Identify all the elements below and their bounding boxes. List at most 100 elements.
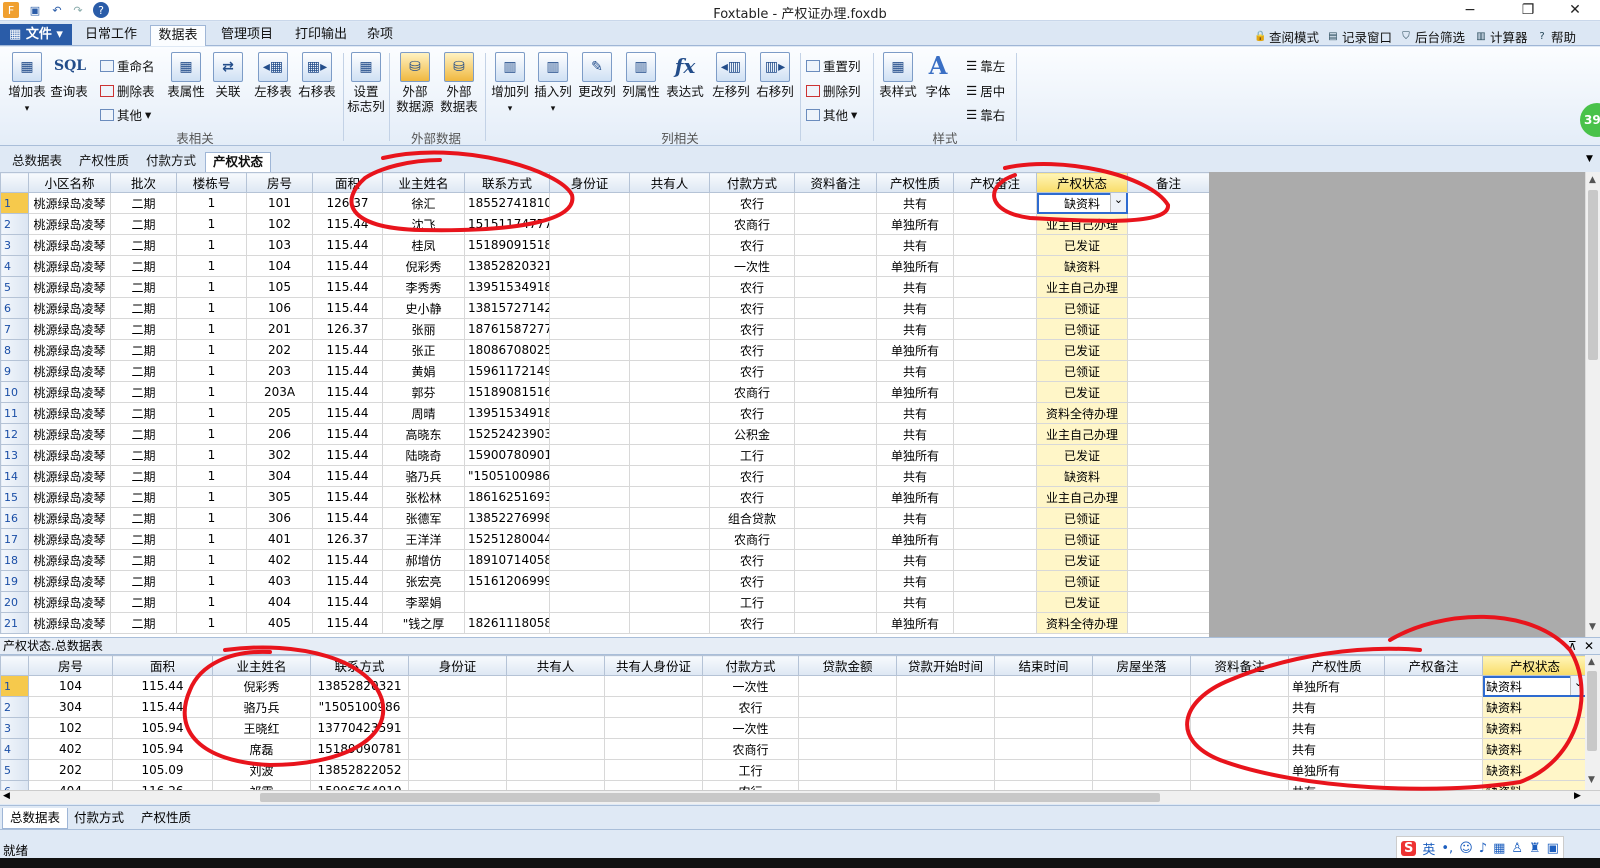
table-cell[interactable] — [629, 255, 710, 277]
table-cell[interactable]: 桃源绿岛凌琴 — [28, 549, 111, 571]
table-row[interactable]: 1 104 115.44 倪彩秀 13852820321 一次性 单独所有 缺资料 ⌄ — [0, 675, 1585, 697]
table-cell[interactable]: 农行 — [709, 402, 795, 424]
table-cell[interactable]: 201 — [246, 318, 313, 340]
table-cell[interactable]: 115.44 — [312, 213, 383, 235]
vertical-scrollbar[interactable]: ▲ ▼ — [1585, 172, 1600, 637]
table-cell[interactable] — [794, 381, 877, 403]
table-cell[interactable]: 15189081516 — [464, 381, 550, 403]
table-cell[interactable]: 13951534918 — [464, 276, 550, 298]
table-row[interactable]: 7 桃源绿岛凌琴 二期 1 201 126.37 张丽 18761587277 农行 共有 已领证 — [0, 318, 1209, 340]
table-cell[interactable]: 工行 — [702, 759, 799, 781]
external-table-button[interactable]: ⛁ 外部 数据表 — [438, 52, 480, 114]
align-center-button[interactable]: ☰ 居中 — [966, 81, 1005, 100]
align-right-button[interactable]: ☰ 靠右 — [966, 105, 1005, 124]
table-cell[interactable]: 单独所有 — [876, 339, 954, 361]
table-cell[interactable]: 农行 — [709, 234, 795, 256]
table-cell[interactable] — [1384, 675, 1483, 697]
align-left-button[interactable]: ☰ 靠左 — [966, 56, 1005, 75]
column-header[interactable]: 联系方式 — [464, 172, 550, 193]
table-cell[interactable]: 404 — [28, 780, 113, 790]
emoji-icon[interactable]: ☺ — [1459, 841, 1473, 856]
font-button[interactable]: A 字体 — [918, 52, 958, 100]
table-cell[interactable]: 105 — [246, 276, 313, 298]
table-cell[interactable]: 共有 — [876, 318, 954, 340]
table-cell[interactable]: 单独所有 — [1288, 675, 1385, 697]
table-cell[interactable] — [953, 486, 1037, 508]
table-cell[interactable] — [629, 213, 710, 235]
table-cell[interactable]: 单独所有 — [876, 213, 954, 235]
table-cell[interactable] — [794, 444, 877, 466]
column-header[interactable]: 共有人身份证 — [604, 655, 703, 676]
related-tab-property-nature[interactable]: 产权性质 — [134, 808, 198, 829]
column-header[interactable]: 业主姓名 — [212, 655, 311, 676]
table-cell[interactable] — [549, 444, 630, 466]
table-cell[interactable]: 周晴 — [382, 402, 465, 424]
table-cell[interactable] — [1190, 738, 1289, 760]
table-cell[interactable]: 1 — [176, 297, 247, 319]
table-cell[interactable] — [604, 717, 703, 739]
table-cell[interactable]: 桃源绿岛凌琴 — [28, 612, 111, 634]
table-cell[interactable]: 桃源绿岛凌琴 — [28, 339, 111, 361]
column-header[interactable]: 小区名称 — [28, 172, 111, 193]
table-cell[interactable]: 席磊 — [212, 738, 311, 760]
table-cell[interactable] — [953, 234, 1037, 256]
skin-icon[interactable]: ♜ — [1529, 841, 1541, 856]
table-cell[interactable] — [1127, 234, 1209, 256]
table-cell[interactable]: 农商行 — [709, 381, 795, 403]
table-cell[interactable]: 倪彩秀 — [382, 255, 465, 277]
table-cell[interactable] — [549, 507, 630, 529]
table-cell[interactable]: 1 — [176, 591, 247, 613]
related-vertical-scrollbar[interactable]: ▲ ▼ — [1585, 655, 1600, 790]
table-cell[interactable] — [549, 591, 630, 613]
table-cell[interactable]: 115.44 — [312, 255, 383, 277]
table-cell[interactable]: 202 — [246, 339, 313, 361]
table-cell[interactable] — [408, 759, 507, 781]
table-cell[interactable] — [896, 759, 995, 781]
rename-button[interactable]: 重命名 — [100, 56, 155, 75]
table-row[interactable]: 18 桃源绿岛凌琴 二期 1 402 115.44 郝增仿 18910714058 农行 共有 已发… — [0, 549, 1209, 571]
column-header[interactable]: 产权备注 — [1384, 655, 1483, 676]
table-cell[interactable] — [629, 444, 710, 466]
calculator-button[interactable]: ▥ 计算器 — [1475, 27, 1527, 46]
query-mode-button[interactable]: 🔒 查阅模式 — [1254, 27, 1319, 46]
table-cell[interactable]: 18086708025 — [464, 339, 550, 361]
table-cell[interactable] — [408, 696, 507, 718]
table-cell[interactable] — [1127, 276, 1209, 298]
table-cell[interactable] — [1384, 780, 1483, 790]
table-cell[interactable] — [549, 297, 630, 319]
table-cell[interactable]: 公积金 — [709, 423, 795, 445]
column-header[interactable]: 楼栋号 — [176, 172, 247, 193]
row-number[interactable]: 6 — [0, 780, 29, 790]
table-cell[interactable]: 缺资料 — [1482, 696, 1585, 718]
expression-button[interactable]: fx 表达式 — [664, 52, 706, 99]
table-cell[interactable]: 张松林 — [382, 486, 465, 508]
row-number[interactable]: 16 — [0, 507, 29, 529]
table-cell[interactable]: 缺资料 — [1482, 717, 1585, 739]
row-number[interactable]: 7 — [0, 318, 29, 340]
scroll-thumb[interactable] — [260, 793, 1160, 802]
table-cell[interactable]: 农行 — [709, 486, 795, 508]
table-cell[interactable] — [1190, 759, 1289, 781]
move-column-left-button[interactable]: ◂▥ 左移列 — [710, 52, 752, 99]
table-cell[interactable] — [953, 213, 1037, 235]
table-cell[interactable]: 农商行 — [709, 528, 795, 550]
table-cell[interactable] — [549, 549, 630, 571]
column-header[interactable]: 房号 — [28, 655, 113, 676]
table-cell[interactable] — [1384, 759, 1483, 781]
table-cell[interactable] — [1127, 318, 1209, 340]
table-cell[interactable] — [1092, 675, 1191, 697]
table-cell[interactable]: 桃源绿岛凌琴 — [28, 213, 111, 235]
table-cell[interactable]: 13815727142 — [464, 297, 550, 319]
row-number[interactable]: 13 — [0, 444, 29, 466]
table-cell[interactable]: 单独所有 — [876, 486, 954, 508]
table-cell[interactable]: 15252423903 — [464, 423, 550, 445]
table-row[interactable]: 6 桃源绿岛凌琴 二期 1 106 115.44 史小静 13815727142 农行 共有 已领证 — [0, 297, 1209, 319]
table-cell[interactable]: 农行 — [702, 780, 799, 790]
table-cell[interactable] — [1190, 780, 1289, 790]
row-number[interactable]: 5 — [0, 276, 29, 298]
table-cell[interactable]: 二期 — [110, 339, 177, 361]
sheet-tab-property-nature[interactable]: 产权性质 — [72, 152, 136, 172]
punctuation-icon[interactable]: •, — [1441, 841, 1453, 856]
table-cell[interactable]: 1 — [176, 528, 247, 550]
table-cell[interactable]: 单独所有 — [876, 528, 954, 550]
